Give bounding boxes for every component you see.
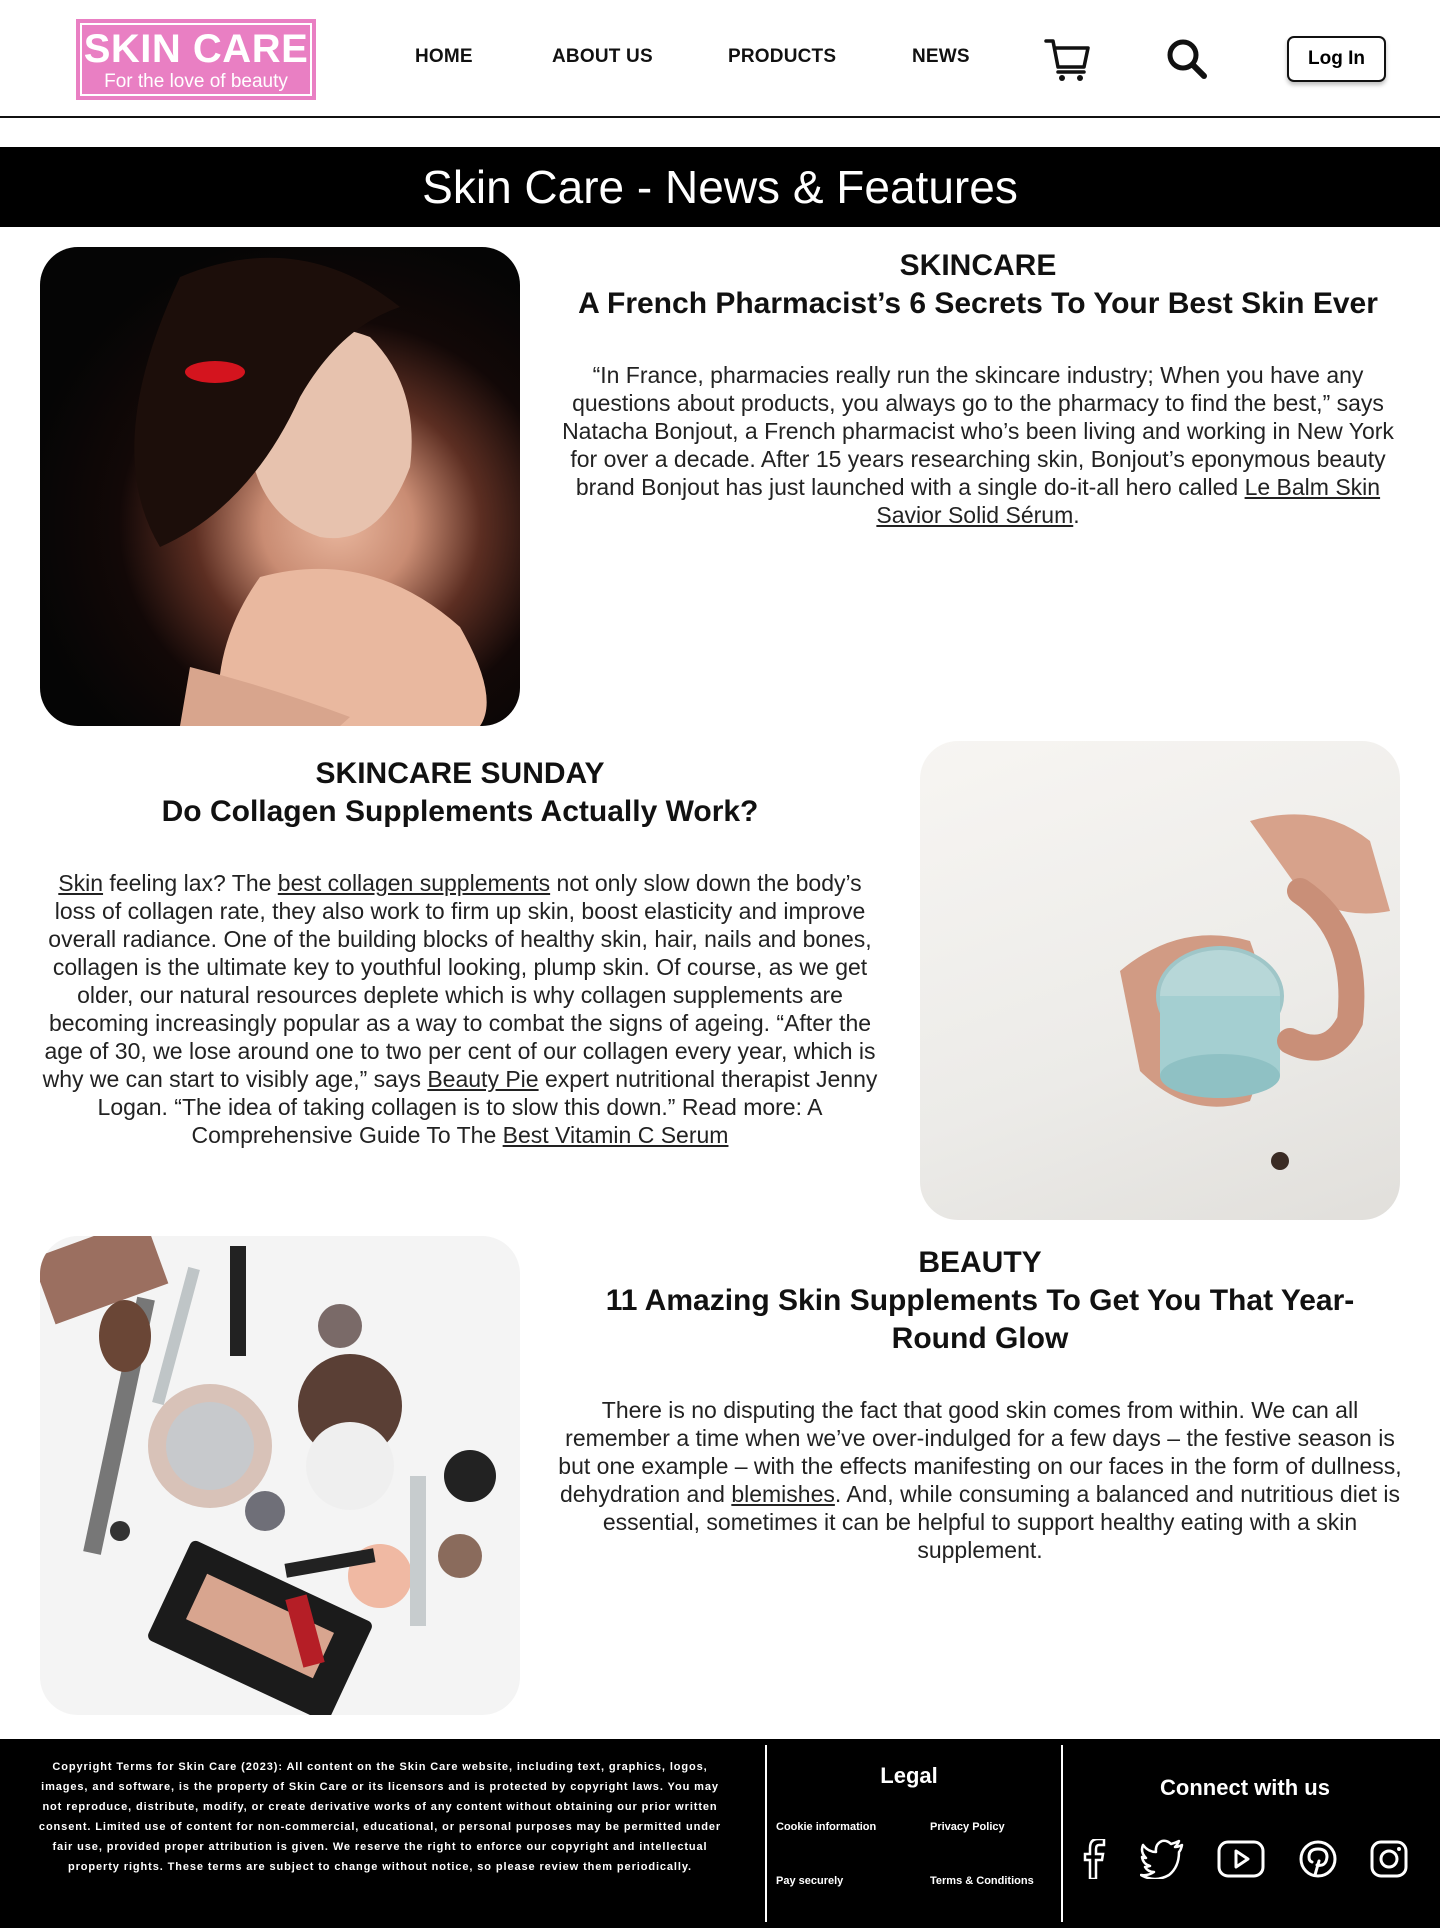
model-portrait-illustration <box>134 257 487 726</box>
login-button[interactable]: Log In <box>1287 36 1386 82</box>
page-title: Skin Care - News & Features <box>422 161 1018 213</box>
search-icon[interactable] <box>1166 38 1208 80</box>
nav-news[interactable]: NEWS <box>912 46 970 68</box>
copyright-notice: Copyright Terms for Skin Care (2023): Al… <box>38 1761 722 1873</box>
nav-home[interactable]: HOME <box>415 46 473 68</box>
article-link[interactable]: Skin <box>58 870 103 896</box>
article-link[interactable]: Beauty Pie <box>427 1066 538 1092</box>
makeup-flatlay-illustration <box>40 1236 496 1715</box>
pay-securely-link[interactable]: Pay securely <box>776 1875 843 1887</box>
article-body: “In France, pharmacies really run the sk… <box>556 361 1400 529</box>
article-image-model[interactable] <box>40 247 520 726</box>
logo-title: SKIN CARE <box>83 27 309 71</box>
cart-icon[interactable] <box>1044 36 1090 82</box>
article-headline[interactable]: A French Pharmacist’s 6 Secrets To Your … <box>556 285 1400 323</box>
article-body: There is no disputing the fact that good… <box>556 1396 1404 1564</box>
instagram-icon[interactable] <box>1370 1839 1408 1879</box>
nav-about-us[interactable]: ABOUT US <box>552 46 653 68</box>
article-link[interactable]: blemishes <box>731 1481 835 1507</box>
article-link[interactable]: best collagen supplements <box>278 870 550 896</box>
page-title-banner: Skin Care - News & Features <box>0 147 1440 227</box>
site-header: SKIN CARE For the love of beauty HOME AB… <box>0 0 1440 118</box>
connect-heading: Connect with us <box>1160 1775 1330 1800</box>
footer-divider <box>765 1745 767 1922</box>
article-body: Skin feeling lax? The best collagen supp… <box>36 869 884 1149</box>
logo-subtitle: For the love of beauty <box>104 71 288 92</box>
article-image-makeup[interactable] <box>40 1236 520 1715</box>
footer-divider <box>1061 1745 1063 1922</box>
article-skincare: SKINCARE A French Pharmacist’s 6 Secrets… <box>556 247 1400 529</box>
article-headline[interactable]: Do Collagen Supplements Actually Work? <box>36 793 884 831</box>
twitter-icon[interactable] <box>1140 1839 1184 1879</box>
cookie-information-link[interactable]: Cookie information <box>776 1821 876 1833</box>
nav-products[interactable]: PRODUCTS <box>728 46 836 68</box>
privacy-policy-link[interactable]: Privacy Policy <box>930 1821 1005 1833</box>
article-beauty: BEAUTY 11 Amazing Skin Supplements To Ge… <box>556 1244 1404 1564</box>
article-headline[interactable]: 11 Amazing Skin Supplements To Get You T… <box>556 1282 1404 1358</box>
article-kicker: SKINCARE SUNDAY <box>315 757 605 790</box>
legal-heading: Legal <box>880 1763 938 1788</box>
pinterest-icon[interactable] <box>1298 1839 1338 1879</box>
article-text: . <box>1073 502 1080 528</box>
facebook-icon[interactable] <box>1080 1839 1110 1879</box>
article-kicker: BEAUTY <box>918 1246 1042 1279</box>
article-image-serum-jar[interactable] <box>920 741 1400 1220</box>
article-text: not only slow down the body’s loss of co… <box>42 870 876 1092</box>
serum-jar-illustration <box>1120 814 1390 1170</box>
youtube-icon[interactable] <box>1217 1839 1265 1879</box>
article-text: feeling lax? The <box>103 870 278 896</box>
article-kicker: SKINCARE <box>899 249 1057 282</box>
terms-conditions-link[interactable]: Terms & Conditions <box>930 1875 1034 1887</box>
article-link[interactable]: Best Vitamin C Serum <box>503 1122 729 1148</box>
article-skincare-sunday: SKINCARE SUNDAY Do Collagen Supplements … <box>36 755 884 1149</box>
site-footer: Copyright Terms for Skin Care (2023): Al… <box>0 1739 1440 1928</box>
logo[interactable]: SKIN CARE For the love of beauty <box>76 19 316 100</box>
